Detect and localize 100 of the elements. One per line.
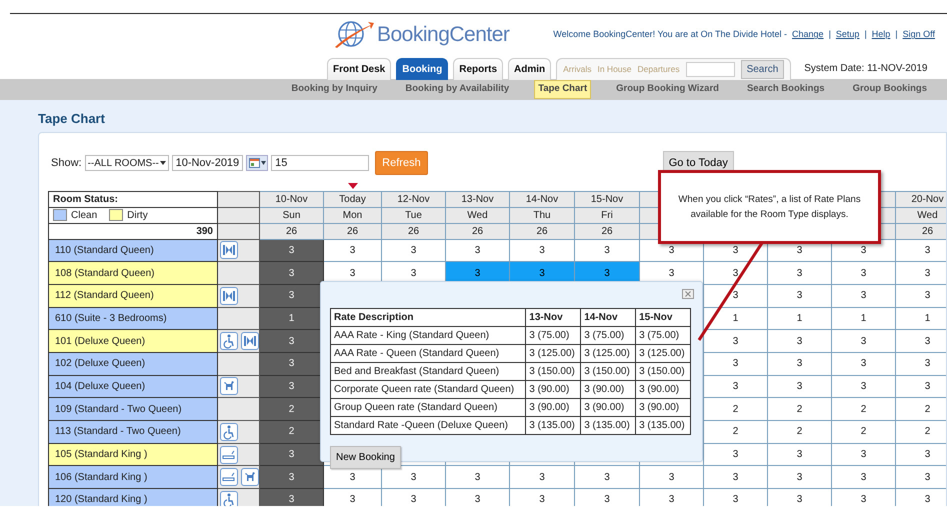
subnav-link[interactable]: Search Bookings [744, 81, 828, 98]
availability-cell[interactable]: 3 [896, 466, 946, 489]
room-name[interactable]: 102 (Deluxe Queen) [48, 352, 218, 376]
room-name[interactable]: 112 (Standard Queen) [48, 284, 218, 308]
availability-cell[interactable]: 3 [896, 239, 946, 262]
availability-cell[interactable]: 3 [768, 488, 832, 506]
availability-cell[interactable]: 3 [260, 262, 324, 284]
search-button[interactable]: Search [740, 60, 784, 79]
subnav-link[interactable]: Booking by Availability [402, 81, 512, 98]
availability-cell[interactable]: 3 [574, 239, 640, 262]
availability-cell[interactable]: 3 [896, 443, 946, 466]
availability-cell[interactable]: 3 [704, 466, 768, 489]
availability-cell[interactable]: 2 [768, 420, 832, 444]
room-name[interactable]: 610 (Suite - 3 Bedrooms) [48, 307, 218, 330]
availability-cell[interactable]: 3 [324, 239, 382, 262]
availability-cell[interactable]: 1 [768, 307, 832, 330]
column-header: 26 [324, 223, 382, 239]
room-name[interactable]: 104 (Deluxe Queen) [48, 375, 218, 398]
nav-tab[interactable]: Front Desk [327, 58, 392, 80]
availability-cell[interactable]: 3 [704, 375, 768, 398]
availability-cell[interactable]: 3 [510, 239, 574, 262]
availability-cell[interactable]: 3 [896, 330, 946, 352]
availability-cell[interactable]: 3 [896, 262, 946, 284]
availability-cell[interactable]: 3 [446, 488, 510, 506]
subnav-link[interactable]: Booking by Inquiry [288, 81, 380, 98]
search-field[interactable] [686, 62, 735, 77]
availability-cell[interactable]: 3 [768, 284, 832, 308]
availability-cell[interactable]: 3 [574, 466, 640, 489]
header-link[interactable]: Setup [836, 28, 860, 42]
room-name[interactable]: 113 (Standard - Two Queen) [48, 420, 218, 444]
availability-cell[interactable]: 3 [446, 239, 510, 262]
availability-cell[interactable]: 3 [260, 239, 324, 262]
availability-cell[interactable]: 3 [640, 488, 704, 506]
availability-cell[interactable]: 3 [382, 466, 446, 489]
room-name[interactable]: 105 (Standard King ) [48, 443, 218, 466]
availability-cell[interactable]: 3 [510, 488, 574, 506]
availability-cell[interactable]: 2 [704, 420, 768, 444]
availability-cell[interactable]: 3 [896, 284, 946, 308]
availability-cell[interactable]: 3 [832, 488, 896, 506]
availability-cell[interactable]: 3 [768, 352, 832, 376]
room-select[interactable]: --ALL ROOMS-- [84, 155, 169, 171]
availability-cell[interactable]: 3 [382, 239, 446, 262]
availability-cell[interactable]: 3 [832, 352, 896, 376]
availability-cell[interactable]: 3 [768, 330, 832, 352]
new-booking-button[interactable]: New Booking [330, 446, 401, 469]
room-name[interactable]: 110 (Standard Queen) [48, 239, 218, 262]
availability-cell[interactable]: 3 [260, 466, 324, 489]
availability-cell[interactable]: 2 [832, 420, 896, 444]
availability-cell[interactable]: 3 [260, 488, 324, 506]
subnav-link[interactable]: Group Booking Wizard [613, 81, 722, 98]
room-name[interactable]: 108 (Standard Queen) [48, 262, 218, 284]
room-name[interactable]: 120 (Standard King ) [48, 488, 218, 506]
availability-cell[interactable]: 2 [704, 398, 768, 420]
availability-cell[interactable]: 3 [510, 466, 574, 489]
availability-cell[interactable]: 3 [640, 466, 704, 489]
availability-cell[interactable]: 3 [768, 466, 832, 489]
subnav-link[interactable]: Group Bookings [850, 81, 930, 98]
subnav-link[interactable]: Tape Chart [534, 80, 592, 99]
header-link[interactable]: Change [792, 28, 824, 42]
days-field[interactable]: 15 [271, 155, 370, 171]
availability-cell[interactable]: 3 [896, 375, 946, 398]
availability-cell[interactable]: 3 [768, 375, 832, 398]
availability-cell[interactable]: 3 [832, 375, 896, 398]
availability-cell[interactable]: 3 [446, 466, 510, 489]
nav-tab[interactable]: Booking [396, 58, 448, 80]
availability-cell[interactable]: 2 [896, 420, 946, 444]
availability-cell[interactable]: 3 [382, 488, 446, 506]
room-name[interactable]: 101 (Deluxe Queen) [48, 330, 218, 352]
availability-cell[interactable]: 2 [832, 398, 896, 420]
nav-tab[interactable]: Reports [453, 58, 504, 80]
start-date-field[interactable]: 10-Nov-2019 [172, 155, 244, 171]
availability-cell[interactable]: 3 [896, 352, 946, 376]
availability-cell[interactable]: 3 [704, 443, 768, 466]
availability-cell[interactable]: 3 [704, 330, 768, 352]
availability-cell[interactable]: 3 [574, 488, 640, 506]
availability-cell[interactable]: 3 [768, 262, 832, 284]
availability-cell[interactable]: 3 [324, 488, 382, 506]
nav-tab[interactable]: Admin [508, 58, 552, 80]
availability-cell[interactable]: 3 [704, 488, 768, 506]
header-link[interactable]: Sign Off [902, 28, 935, 42]
availability-cell[interactable]: 2 [768, 398, 832, 420]
header-link[interactable]: Help [872, 28, 890, 42]
column-header: Today [324, 191, 382, 207]
legend-label: Dirty [127, 210, 148, 220]
availability-cell[interactable]: 3 [704, 352, 768, 376]
room-name[interactable]: 109 (Standard - Two Queen) [48, 398, 218, 420]
availability-cell[interactable]: 3 [832, 284, 896, 308]
availability-cell[interactable]: 2 [896, 398, 946, 420]
room-name[interactable]: 106 (Standard King ) [48, 466, 218, 489]
availability-cell[interactable]: 1 [896, 307, 946, 330]
availability-cell[interactable]: 3 [896, 488, 946, 506]
availability-cell[interactable]: 3 [832, 443, 896, 466]
calendar-button[interactable] [246, 155, 268, 171]
availability-cell[interactable]: 3 [832, 330, 896, 352]
column-header: 26 [896, 223, 946, 239]
availability-cell[interactable]: 3 [832, 262, 896, 284]
availability-cell[interactable]: 3 [768, 443, 832, 466]
availability-cell[interactable]: 1 [832, 307, 896, 330]
availability-cell[interactable]: 3 [260, 443, 324, 466]
availability-cell[interactable]: 3 [832, 466, 896, 489]
